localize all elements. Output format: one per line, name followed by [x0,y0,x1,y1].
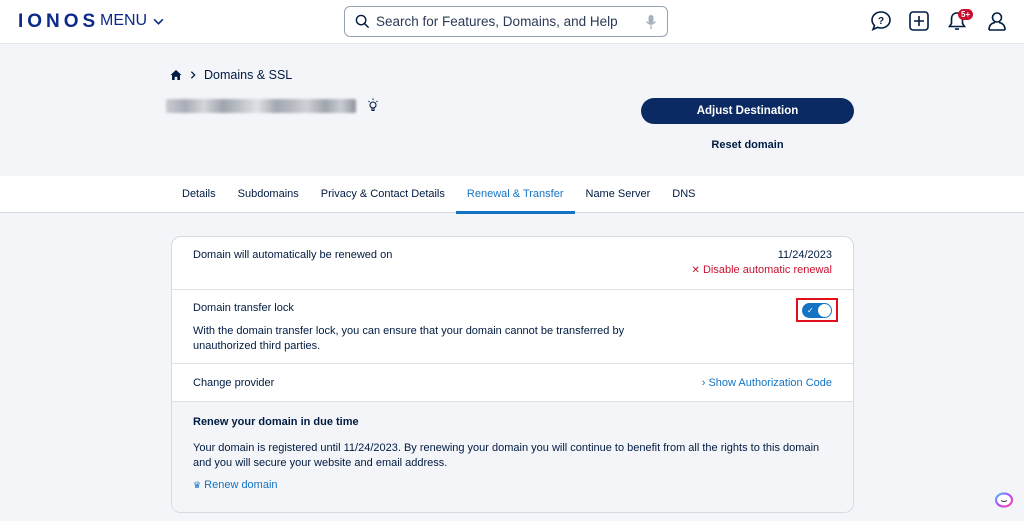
renew-domain-link[interactable]: ♛ Renew domain [193,479,278,491]
notification-badge: 5+ [958,9,974,20]
search-icon [355,14,370,29]
tab-details[interactable]: Details [171,176,227,213]
chevron-right-icon [190,71,196,79]
lightbulb-icon[interactable] [366,97,380,113]
transfer-lock-toggle[interactable]: ✓ [802,302,832,318]
svg-text:?: ? [878,16,884,27]
adjust-destination-button[interactable]: Adjust Destination [641,98,854,124]
close-icon: ✕ [691,265,700,276]
menu-button[interactable]: MENU [100,12,165,30]
user-icon[interactable] [986,10,1008,32]
crown-icon: ♛ [193,480,202,490]
toggle-knob [818,303,831,317]
menu-label: MENU [100,12,148,29]
change-provider-label: Change provider [193,377,275,389]
search-box[interactable] [344,6,668,37]
renew-info-title: Renew your domain in due time [193,416,359,428]
highlight-box: ✓ [796,298,838,322]
show-authorization-code-link[interactable]: › Show Authorization Code [702,377,832,389]
tab-renewal-transfer[interactable]: Renewal & Transfer [455,176,575,214]
search-input[interactable] [376,14,645,29]
reset-domain-button[interactable]: Reset domain [641,139,854,151]
microphone-icon[interactable] [645,14,657,30]
disable-auto-renewal-label: Disable automatic renewal [702,264,832,276]
auto-renewal-row: Domain will automatically be renewed on … [172,237,853,290]
chevron-right-icon: › [701,377,706,389]
help-chat-icon[interactable]: ? [870,10,892,32]
tab-privacy-contact-details[interactable]: Privacy & Contact Details [310,176,456,213]
check-icon: ✓ [807,305,814,315]
change-provider-row: Change provider › Show Authorization Cod… [172,364,853,402]
home-icon[interactable] [170,69,182,81]
breadcrumb: Domains & SSL [170,68,292,82]
transfer-lock-row: Domain transfer lock With the domain tra… [172,290,853,364]
tab-bar: Details Subdomains Privacy & Contact Det… [0,176,1024,214]
domain-name-blurred [166,99,356,113]
tab-dns[interactable]: DNS [661,176,706,213]
renew-info-section: Renew your domain in due time Your domai… [172,402,853,512]
renew-info-text: Your domain is registered until 11/24/20… [193,442,820,469]
add-icon[interactable] [908,10,930,32]
ionos-logo[interactable]: IONOS [18,11,99,33]
breadcrumb-current[interactable]: Domains & SSL [204,68,292,82]
auto-renewal-label: Domain will automatically be renewed on [193,249,393,261]
chat-assistant-icon[interactable] [994,490,1014,508]
tab-name-server[interactable]: Name Server [575,176,662,213]
transfer-lock-label: Domain transfer lock [193,302,294,314]
renewal-transfer-card: Domain will automatically be renewed on … [171,236,854,513]
disable-auto-renewal-link[interactable]: ✕ Disable automatic renewal [692,264,832,276]
top-navigation-bar: IONOS MENU ? 5+ [0,0,1024,44]
tab-subdomains[interactable]: Subdomains [227,176,310,213]
renewal-date: 11/24/2023 [777,249,832,261]
show-authorization-code-label: Show Authorization Code [708,377,832,389]
renew-domain-label: Renew domain [204,479,278,491]
chevron-down-icon [153,18,164,25]
transfer-lock-description: With the domain transfer lock, you can e… [193,325,625,352]
